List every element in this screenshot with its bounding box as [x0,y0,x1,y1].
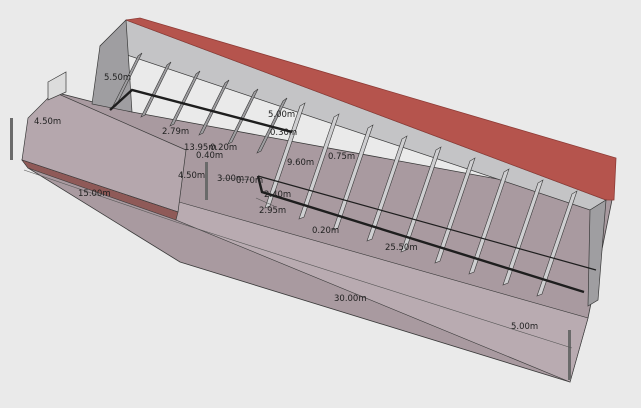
dim-label: 5.00m [268,110,295,120]
dim-label: 0.20m [312,226,339,236]
bay-partition [140,61,172,118]
dim-label: 4.50m [34,117,61,127]
dim-label: 5.00m [511,322,538,332]
building-model: 4.50m 5.50m 15.00m 2.79m 13.95m 0.20m 0.… [10,17,617,383]
dim-label: 0.30m [270,128,297,138]
dim-label: 2.40m [264,190,291,200]
dim-label: 2.95m [259,206,286,216]
post-left [10,118,13,160]
bay-partition [169,70,201,127]
left-end-wall [91,19,133,113]
dim-label: 0.75m [328,152,355,162]
dim-label: 9.60m [287,158,314,168]
dim-label: 15.00m [78,189,111,199]
post-right [568,330,571,380]
dim-label: 0.70m [236,176,263,186]
model-viewport[interactable]: 4.50m 5.50m 15.00m 2.79m 13.95m 0.20m 0.… [0,0,641,408]
dim-label: 25.50m [385,243,418,253]
post-mid [205,162,208,200]
dim-label: 30.00m [334,294,367,304]
dim-label: 4.50m [178,171,205,181]
right-end-wall [587,199,607,307]
dim-label: 0.40m [196,151,223,161]
dim-label: 2.79m [162,127,189,137]
dim-label: 5.50m [104,73,131,83]
